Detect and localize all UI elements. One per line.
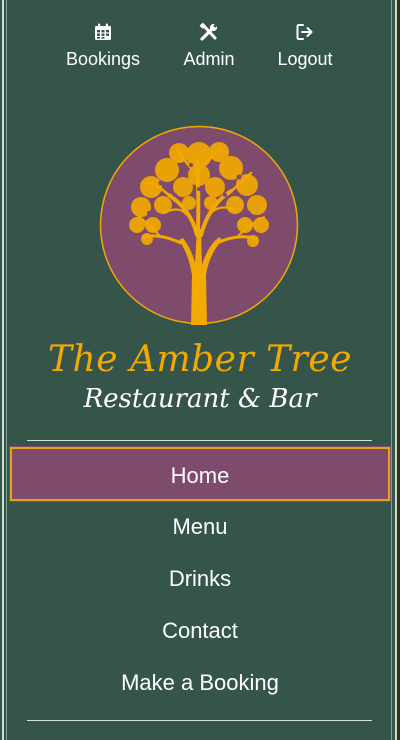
menu-item-home[interactable]: Home: [9, 446, 391, 502]
tools-icon: [199, 22, 218, 41]
main-menu: Home Menu Drinks Contact Make a Booking: [9, 446, 391, 709]
brand-title: The Amber Tree: [48, 339, 352, 380]
menu-item-make-a-booking[interactable]: Make a Booking: [10, 657, 390, 709]
menu-item-drinks[interactable]: Drinks: [10, 553, 390, 605]
calendar-icon: [95, 23, 111, 40]
nav-logout[interactable]: Logout: [260, 20, 350, 70]
nav-bookings-label: Bookings: [65, 49, 141, 69]
top-nav: Bookings Admin Logout: [0, 20, 400, 76]
nav-bookings[interactable]: Bookings: [58, 20, 148, 70]
nav-logout-label: Logout: [277, 49, 333, 69]
menu-divider-bottom: [27, 720, 372, 721]
sign-out-icon: [296, 24, 313, 40]
brand-subtitle: Restaurant & Bar: [83, 384, 317, 414]
nav-admin[interactable]: Admin: [164, 20, 254, 70]
menu-divider-top: [27, 440, 372, 441]
menu-item-contact[interactable]: Contact: [10, 605, 390, 657]
tree-icon: [99, 125, 299, 325]
menu-item-menu[interactable]: Menu: [10, 501, 390, 553]
nav-admin-label: Admin: [183, 49, 235, 69]
app-frame: Bookings Admin Logout The Amber Tree Res…: [0, 0, 400, 740]
